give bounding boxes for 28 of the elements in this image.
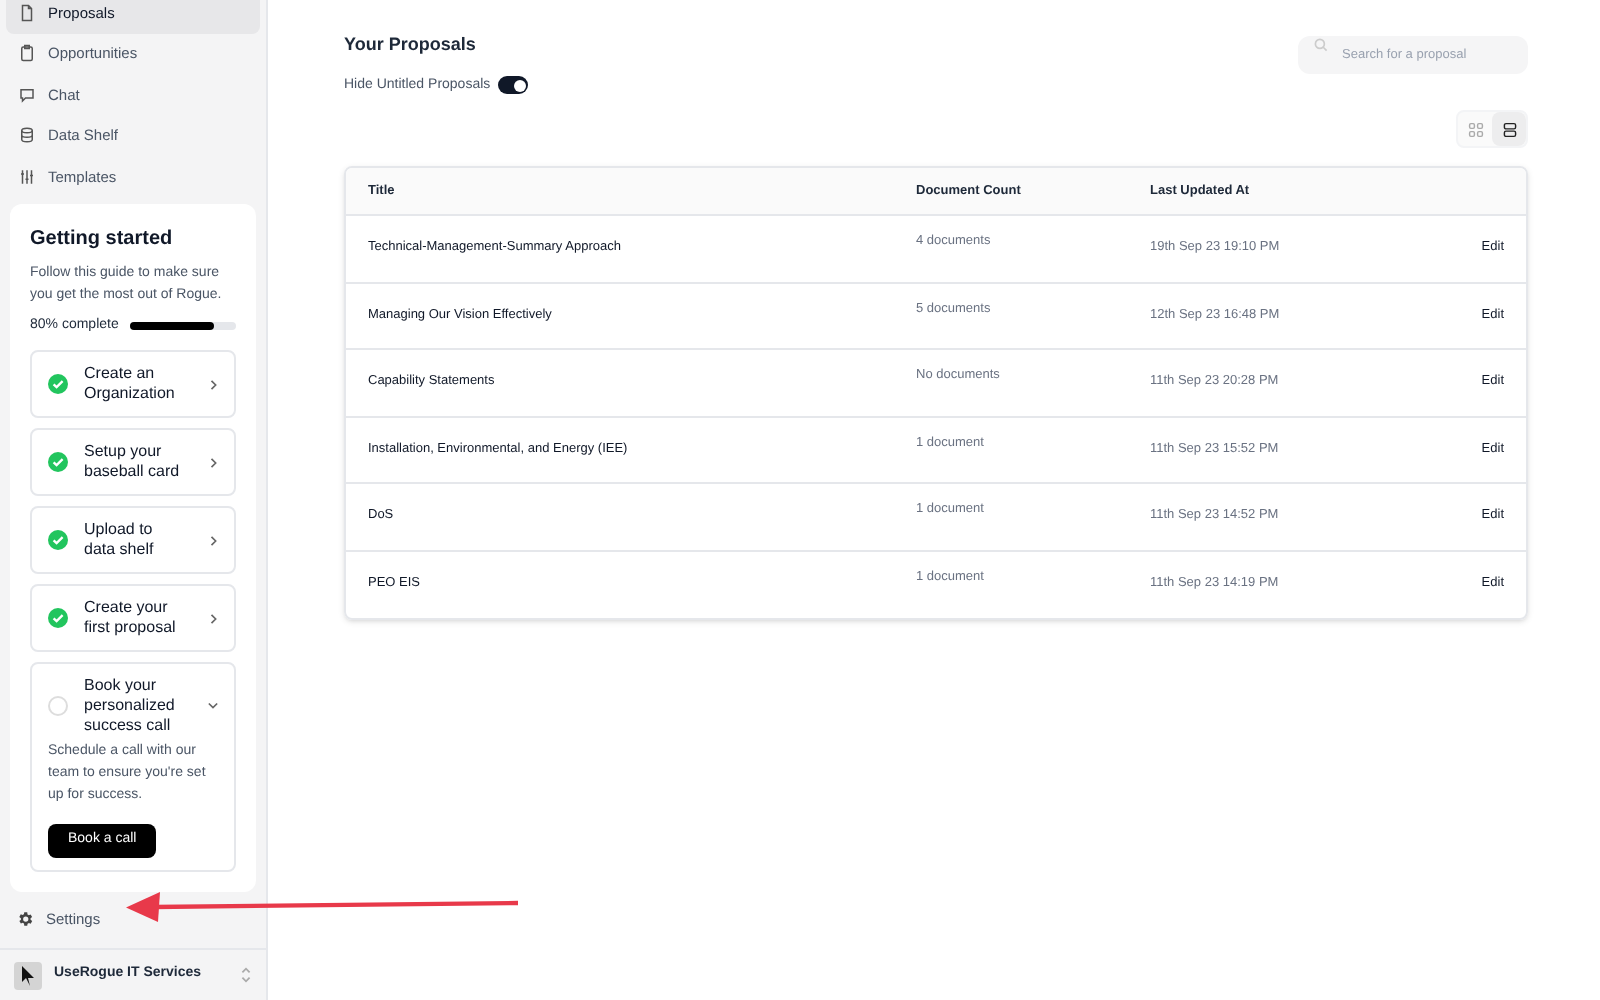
list-icon: [1501, 121, 1517, 137]
card-title: Getting started: [30, 225, 175, 253]
list-view-button[interactable]: [1492, 112, 1526, 146]
step-label: Create an Organization: [84, 364, 177, 404]
step-label: Upload to data shelf: [84, 520, 156, 560]
clipboard-icon: [18, 44, 36, 63]
chevron-right-icon: [210, 457, 218, 467]
step-card[interactable]: Create your first proposal: [30, 584, 236, 652]
chat-icon: [18, 85, 36, 104]
database-icon: [18, 126, 36, 145]
settings-icon: [16, 910, 34, 929]
document-icon: [18, 3, 36, 22]
chevron-right-icon: [210, 379, 218, 389]
step-card[interactable]: Create an Organization: [30, 350, 236, 418]
step-label: Setup your baseball card: [84, 442, 182, 482]
toggle-switch[interactable]: [498, 76, 529, 95]
chevron-right-icon: [210, 613, 218, 623]
step-card[interactable]: Upload to data shelf: [30, 506, 236, 574]
step-label: Book your personalized success call: [84, 676, 177, 736]
step-card[interactable]: Setup your baseball card: [30, 428, 236, 496]
chevron-right-icon: [210, 535, 218, 545]
sliders-icon: [18, 167, 36, 186]
chevron-down-icon: [208, 702, 218, 710]
grid-icon: [1467, 121, 1483, 137]
step-label: Create your first proposal: [84, 598, 178, 638]
search-icon: [1314, 38, 1328, 52]
logo-icon: [14, 961, 42, 990]
page-title: Your Proposals: [344, 32, 478, 58]
